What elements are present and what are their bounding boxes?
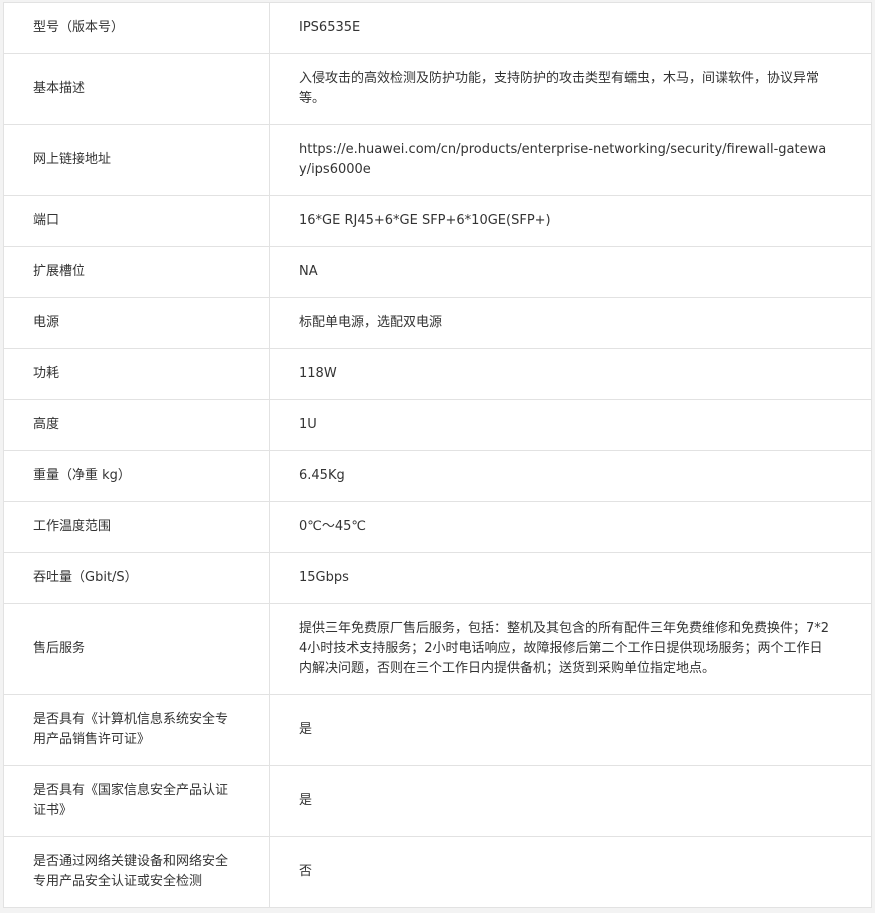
spec-label: 售后服务	[3, 603, 270, 695]
table-row: 是否具有《计算机信息系统安全专用产品销售许可证》 是	[3, 694, 872, 766]
spec-label: 吞吐量（Gbit/S）	[3, 552, 270, 604]
spec-value: 6.45Kg	[269, 450, 872, 502]
spec-table: 型号（版本号） IPS6535E 基本描述 入侵攻击的高效检测及防护功能，支持防…	[3, 2, 872, 908]
table-row: 是否通过网络关键设备和网络安全专用产品安全认证或安全检测 否	[3, 836, 872, 908]
spec-label: 高度	[3, 399, 270, 451]
table-row: 电源 标配单电源，选配双电源	[3, 297, 872, 349]
spec-value: 15Gbps	[269, 552, 872, 604]
table-row: 型号（版本号） IPS6535E	[3, 2, 872, 54]
table-row: 基本描述 入侵攻击的高效检测及防护功能，支持防护的攻击类型有蠕虫，木马，间谍软件…	[3, 53, 872, 125]
table-row: 高度 1U	[3, 399, 872, 451]
spec-label: 端口	[3, 195, 270, 247]
spec-value: NA	[269, 246, 872, 298]
spec-label: 功耗	[3, 348, 270, 400]
table-row: 重量（净重 kg） 6.45Kg	[3, 450, 872, 502]
spec-label: 是否具有《国家信息安全产品认证证书》	[3, 765, 270, 837]
spec-value: 118W	[269, 348, 872, 400]
spec-value: 标配单电源，选配双电源	[269, 297, 872, 349]
spec-value: 是	[269, 765, 872, 837]
spec-label: 扩展槽位	[3, 246, 270, 298]
spec-label: 电源	[3, 297, 270, 349]
spec-label: 是否具有《计算机信息系统安全专用产品销售许可证》	[3, 694, 270, 766]
table-row: 售后服务 提供三年免费原厂售后服务，包括：整机及其包含的所有配件三年免费维修和免…	[3, 603, 872, 695]
spec-label: 是否通过网络关键设备和网络安全专用产品安全认证或安全检测	[3, 836, 270, 908]
spec-label: 重量（净重 kg）	[3, 450, 270, 502]
spec-label: 工作温度范围	[3, 501, 270, 553]
spec-label: 基本描述	[3, 53, 270, 125]
table-row: 吞吐量（Gbit/S） 15Gbps	[3, 552, 872, 604]
table-row: 扩展槽位 NA	[3, 246, 872, 298]
table-row: 是否具有《国家信息安全产品认证证书》 是	[3, 765, 872, 837]
spec-value: 1U	[269, 399, 872, 451]
table-row: 网上链接地址 https://e.huawei.com/cn/products/…	[3, 124, 872, 196]
table-row: 端口 16*GE RJ45+6*GE SFP+6*10GE(SFP+)	[3, 195, 872, 247]
spec-value: IPS6535E	[269, 2, 872, 54]
spec-label: 型号（版本号）	[3, 2, 270, 54]
spec-value: 是	[269, 694, 872, 766]
spec-label: 网上链接地址	[3, 124, 270, 196]
table-row: 工作温度范围 0℃～45℃	[3, 501, 872, 553]
spec-value: 提供三年免费原厂售后服务，包括：整机及其包含的所有配件三年免费维修和免费换件；7…	[269, 603, 872, 695]
table-row: 功耗 118W	[3, 348, 872, 400]
spec-value: 入侵攻击的高效检测及防护功能，支持防护的攻击类型有蠕虫，木马，间谍软件，协议异常…	[269, 53, 872, 125]
spec-value: https://e.huawei.com/cn/products/enterpr…	[269, 124, 872, 196]
spec-value: 否	[269, 836, 872, 908]
spec-value: 0℃～45℃	[269, 501, 872, 553]
spec-value: 16*GE RJ45+6*GE SFP+6*10GE(SFP+)	[269, 195, 872, 247]
